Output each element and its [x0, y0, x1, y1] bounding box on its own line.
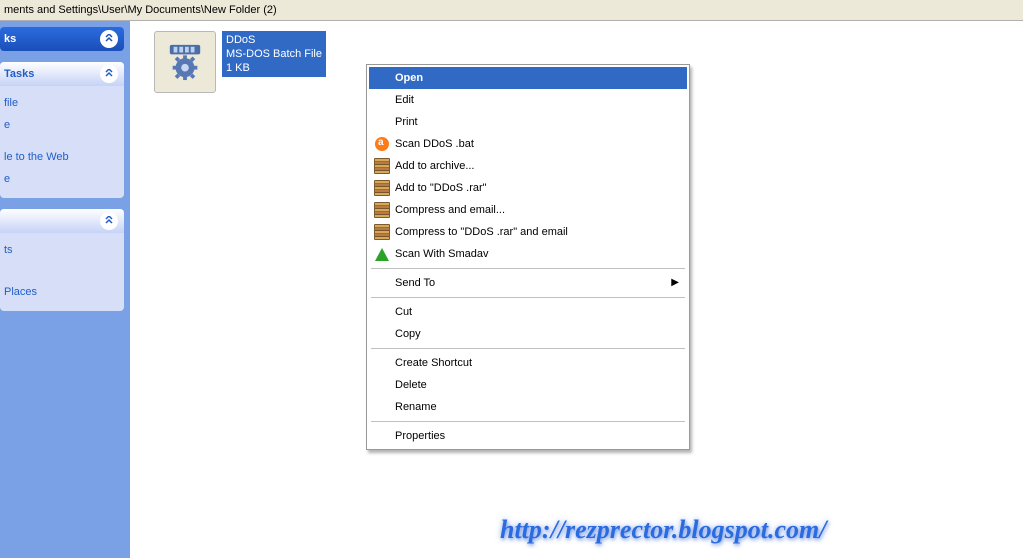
sidebar-link[interactable]: e [4, 114, 120, 136]
rar-icon [373, 158, 391, 174]
file-label: DDoS MS-DOS Batch File 1 KB [222, 31, 326, 77]
menu-item-label: Copy [395, 328, 667, 340]
menu-item-label: Open [395, 72, 667, 84]
rar-icon [373, 224, 391, 240]
file-item[interactable]: DDoS MS-DOS Batch File 1 KB [154, 31, 349, 93]
menu-item-copy[interactable]: Copy [369, 323, 687, 345]
sidebar-panel-1: Tasks file e le to the Web e [0, 62, 124, 198]
menu-item-edit[interactable]: Edit [369, 89, 687, 111]
menu-item-delete[interactable]: Delete [369, 374, 687, 396]
blank-icon [373, 304, 391, 320]
menu-item-scan-ddos-bat[interactable]: Scan DDoS .bat [369, 133, 687, 155]
avast-icon [373, 136, 391, 152]
menu-separator [371, 348, 685, 349]
menu-item-compress-to-ddos-rar-and-email[interactable]: Compress to "DDoS .rar" and email [369, 221, 687, 243]
menu-item-label: Cut [395, 306, 667, 318]
sidebar-link[interactable]: Places [4, 281, 120, 303]
address-bar[interactable]: ments and Settings\User\My Documents\New… [0, 0, 1023, 21]
sidebar-link[interactable]: le to the Web [4, 146, 120, 168]
chevron-icon [100, 65, 118, 83]
blank-icon [373, 377, 391, 393]
chevron-icon [100, 212, 118, 230]
menu-item-label: Compress and email... [395, 204, 667, 216]
rar-icon [373, 180, 391, 196]
menu-separator [371, 421, 685, 422]
file-size: 1 KB [226, 61, 322, 75]
menu-item-add-to-archive[interactable]: Add to archive... [369, 155, 687, 177]
watermark-text: http://rezprector.blogspot.com/ [500, 515, 1023, 545]
sidebar-panel-header[interactable] [0, 209, 124, 233]
context-menu: Open Edit Print Scan DDoS .bat Add to archiv… [366, 64, 690, 450]
sidebar-link[interactable]: ts [4, 239, 120, 261]
sidebar-link[interactable]: e [4, 168, 120, 190]
menu-item-label: Compress to "DDoS .rar" and email [395, 226, 667, 238]
sidebar-panel-body: ts Places [0, 233, 124, 311]
menu-item-label: Add to "DDoS .rar" [395, 182, 667, 194]
menu-item-scan-with-smadav[interactable]: Scan With Smadav [369, 243, 687, 265]
blank-icon [373, 399, 391, 415]
menu-separator [371, 297, 685, 298]
sidebar-panel-header[interactable]: Tasks [0, 62, 124, 86]
blank-icon [373, 428, 391, 444]
menu-item-open[interactable]: Open [369, 67, 687, 89]
smadav-icon [373, 246, 391, 262]
blank-icon [373, 326, 391, 342]
sidebar-panel-title: ks [4, 33, 16, 45]
submenu-arrow-icon: ▶ [671, 277, 679, 288]
menu-item-label: Send To [395, 277, 667, 289]
menu-item-print[interactable]: Print [369, 111, 687, 133]
menu-item-label: Edit [395, 94, 667, 106]
menu-item-rename[interactable]: Rename [369, 396, 687, 418]
task-pane: ks Tasks file e le to the Web e [0, 21, 130, 558]
menu-item-send-to[interactable]: Send To ▶ [369, 272, 687, 294]
menu-item-cut[interactable]: Cut [369, 301, 687, 323]
menu-item-label: Print [395, 116, 667, 128]
menu-item-compress-and-email[interactable]: Compress and email... [369, 199, 687, 221]
menu-item-label: Rename [395, 401, 667, 413]
blank-icon [373, 275, 391, 291]
menu-item-properties[interactable]: Properties [369, 425, 687, 447]
chevron-icon [100, 30, 118, 48]
menu-item-label: Scan With Smadav [395, 248, 667, 260]
blank-icon [373, 70, 391, 86]
explorer-body: ks Tasks file e le to the Web e [0, 21, 1023, 558]
menu-item-add-to-ddos-rar[interactable]: Add to "DDoS .rar" [369, 177, 687, 199]
menu-item-create-shortcut[interactable]: Create Shortcut [369, 352, 687, 374]
blank-icon [373, 355, 391, 371]
file-type: MS-DOS Batch File [226, 47, 322, 61]
file-name: DDoS [226, 33, 322, 47]
sidebar-panel-2: ts Places [0, 209, 124, 311]
sidebar-link[interactable]: file [4, 92, 120, 114]
menu-item-label: Scan DDoS .bat [395, 138, 667, 150]
sidebar-panel-0: ks [0, 27, 124, 51]
menu-item-label: Properties [395, 430, 667, 442]
rar-icon [373, 202, 391, 218]
blank-icon [373, 92, 391, 108]
menu-separator [371, 268, 685, 269]
batch-file-icon [154, 31, 216, 93]
folder-view[interactable]: DDoS MS-DOS Batch File 1 KB Open Edit Prin… [130, 21, 1023, 558]
menu-item-label: Add to archive... [395, 160, 667, 172]
sidebar-panel-title: Tasks [4, 68, 34, 80]
menu-item-label: Delete [395, 379, 667, 391]
sidebar-panel-body: file e le to the Web e [0, 86, 124, 198]
sidebar-panel-header[interactable]: ks [0, 27, 124, 51]
menu-item-label: Create Shortcut [395, 357, 667, 369]
blank-icon [373, 114, 391, 130]
